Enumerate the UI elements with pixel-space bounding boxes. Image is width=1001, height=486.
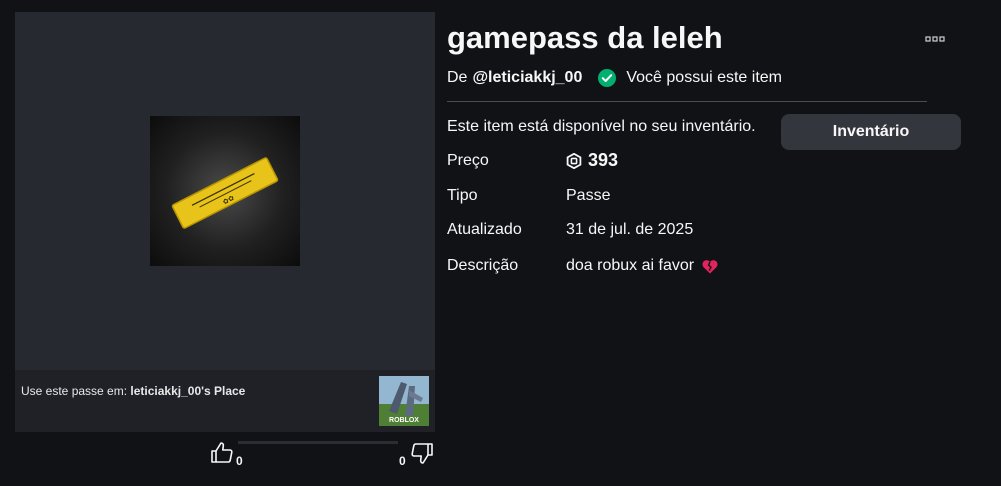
more-dots-icon[interactable] bbox=[922, 30, 948, 48]
price-value-row: 393 bbox=[566, 150, 618, 171]
gamepass-thumbnail: ✿✿ bbox=[150, 116, 300, 266]
updated-label: Atualizado bbox=[447, 221, 522, 238]
description-label: Descrição bbox=[447, 257, 519, 274]
price-value: 393 bbox=[588, 150, 619, 170]
item-thumbnail-panel: ✿✿ Use este passe em: leticiakkj_00's Pl… bbox=[15, 12, 435, 432]
type-label: Tipo bbox=[447, 187, 478, 204]
broken-heart-icon bbox=[702, 259, 718, 273]
place-thumb-logo: ROBLOX bbox=[389, 417, 419, 424]
thumbs-down-icon[interactable] bbox=[410, 441, 436, 465]
place-prefix: Use este passe em: bbox=[21, 384, 131, 398]
thumbs-up-icon[interactable] bbox=[210, 441, 236, 465]
vote-section: 0 0 bbox=[210, 438, 435, 468]
vote-ratio-bar bbox=[238, 441, 398, 444]
description-row: doa robux ai favor bbox=[566, 257, 718, 275]
type-value: Passe bbox=[566, 187, 611, 204]
creator-link[interactable]: @leticiakkj_00 bbox=[472, 69, 582, 87]
owned-status-text: Você possui este item bbox=[626, 69, 782, 86]
place-name[interactable]: leticiakkj_00's Place bbox=[130, 384, 245, 398]
check-circle-icon bbox=[598, 69, 617, 87]
description-value: doa robux ai favor bbox=[566, 257, 695, 274]
robux-icon bbox=[566, 152, 582, 169]
place-thumbnail-image: ROBLOX bbox=[379, 376, 429, 426]
downvote-count: 0 bbox=[399, 454, 406, 468]
pass-ticket-image: ✿✿ bbox=[171, 157, 279, 229]
place-link-strip[interactable]: Use este passe em: leticiakkj_00's Place… bbox=[15, 370, 435, 432]
upvote-count: 0 bbox=[236, 454, 243, 468]
item-title: gamepass da leleh bbox=[447, 20, 723, 55]
by-prefix: De bbox=[447, 69, 468, 86]
price-label: Preço bbox=[447, 152, 489, 169]
creator-byline: De @leticiakkj_00 Você possui este item bbox=[447, 69, 782, 87]
place-link-text[interactable]: Use este passe em: leticiakkj_00's Place bbox=[21, 384, 245, 398]
updated-value: 31 de jul. de 2025 bbox=[566, 221, 694, 238]
inventory-button[interactable]: Inventário bbox=[781, 114, 961, 150]
place-thumbnail[interactable]: ROBLOX bbox=[379, 376, 429, 426]
availability-text: Este item está disponível no seu inventá… bbox=[447, 118, 756, 135]
header-divider bbox=[447, 101, 927, 102]
